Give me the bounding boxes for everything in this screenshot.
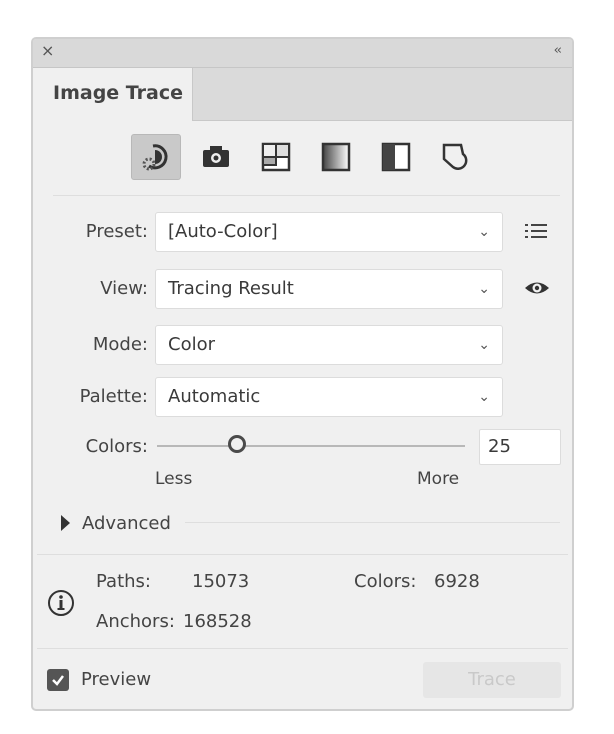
advanced-divider — [185, 522, 560, 523]
less-label: Less — [155, 469, 193, 489]
mode-value: Color — [168, 334, 215, 355]
eye-icon[interactable] — [523, 277, 551, 299]
view-select[interactable]: Tracing Result ⌄ — [155, 269, 503, 309]
anchors-label: Anchors: — [96, 611, 175, 632]
chevron-down-icon: ⌄ — [478, 389, 490, 405]
high-color-button[interactable] — [191, 134, 241, 180]
image-trace-panel: × ‹‹ Image Trace Preset: [Auto-Color] ⌄ … — [31, 37, 574, 711]
preview-label[interactable]: Preview — [81, 669, 151, 690]
black-and-white-icon — [381, 142, 411, 172]
camera-icon — [203, 146, 229, 167]
divider — [53, 195, 560, 196]
palette-value: Automatic — [168, 386, 261, 407]
colors-stat-value: 6928 — [434, 571, 480, 592]
list-menu-icon[interactable] — [523, 220, 549, 242]
anchors-value: 168528 — [183, 611, 252, 632]
panel-titlebar: × ‹‹ — [33, 39, 572, 68]
view-value: Tracing Result — [168, 278, 294, 299]
chevron-down-icon: ⌄ — [478, 337, 490, 353]
mode-row: Mode: Color ⌄ — [33, 325, 572, 365]
palette-row: Palette: Automatic ⌄ — [33, 377, 572, 417]
mode-select[interactable]: Color ⌄ — [155, 325, 503, 365]
outline-icon — [442, 143, 468, 170]
mode-label: Mode: — [92, 334, 148, 355]
grayscale-icon — [321, 142, 351, 172]
low-color-button[interactable] — [251, 134, 301, 180]
low-color-icon — [261, 142, 291, 172]
paths-label: Paths: — [96, 571, 151, 592]
preview-checkbox[interactable] — [47, 669, 69, 691]
chevron-down-icon: ⌄ — [478, 224, 490, 240]
tab-bar: Image Trace — [33, 68, 572, 121]
info-icon — [48, 590, 74, 616]
palette-label: Palette: — [79, 386, 148, 407]
trace-button[interactable]: Trace — [423, 662, 561, 698]
preset-select[interactable]: [Auto-Color] ⌄ — [155, 212, 503, 252]
auto-color-button[interactable] — [131, 134, 181, 180]
grayscale-button[interactable] — [311, 134, 361, 180]
colors-slider[interactable] — [157, 435, 465, 453]
preset-label: Preset: — [85, 221, 148, 242]
collapse-icon[interactable]: ‹‹ — [554, 43, 563, 58]
outline-button[interactable] — [431, 134, 481, 180]
paths-value: 15073 — [192, 571, 250, 592]
chevron-down-icon: ⌄ — [478, 281, 490, 297]
black-and-white-button[interactable] — [371, 134, 421, 180]
colors-stat-label: Colors: — [354, 571, 417, 592]
advanced-label: Advanced — [82, 512, 171, 534]
divider — [37, 554, 568, 555]
palette-select[interactable]: Automatic ⌄ — [155, 377, 503, 417]
divider — [37, 648, 568, 649]
view-row: View: Tracing Result ⌄ — [33, 269, 572, 309]
advanced-toggle[interactable]: Advanced — [61, 511, 171, 535]
more-label: More — [417, 469, 460, 489]
colors-label: Colors: — [85, 436, 148, 457]
checkmark-icon — [52, 675, 64, 686]
tab-image-trace[interactable]: Image Trace — [33, 68, 193, 121]
preset-row: Preset: [Auto-Color] ⌄ — [33, 212, 572, 252]
view-label: View: — [100, 278, 148, 299]
disclosure-triangle-icon — [61, 515, 70, 531]
colors-slider-thumb[interactable] — [228, 435, 247, 453]
colors-input[interactable]: 25 — [479, 429, 561, 465]
close-icon[interactable]: × — [41, 41, 54, 60]
auto-color-icon — [142, 144, 168, 171]
preset-icon-bar — [131, 134, 481, 180]
preset-value: [Auto-Color] — [168, 221, 278, 242]
